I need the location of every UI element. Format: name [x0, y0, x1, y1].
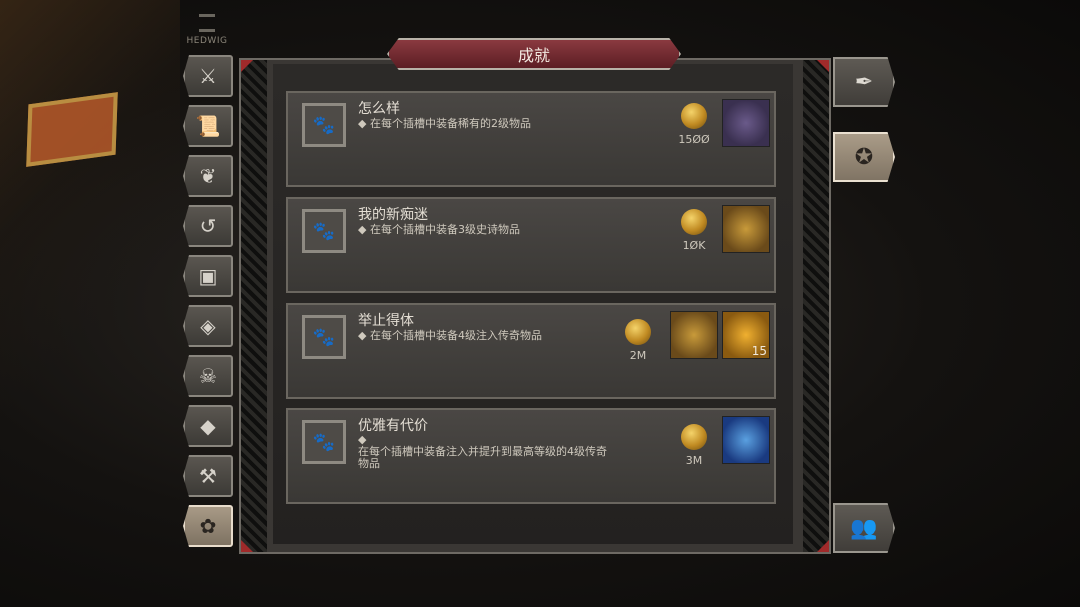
- achievement-row[interactable]: 🐾 怎么样 ◆ 在每个插槽中装备稀有的2级物品 15ØØ: [286, 91, 776, 187]
- quill-button[interactable]: ✒: [833, 57, 895, 107]
- achievement-badge-icon: 🐾: [302, 315, 346, 359]
- diamond-icon: ◆: [200, 414, 216, 438]
- category-diamond-button[interactable]: ◆: [183, 405, 233, 447]
- achievement-desc: ◆ 在每个插槽中装备3级史诗物品: [358, 223, 520, 236]
- player-hud: HEDWIG: [182, 14, 232, 46]
- rope-border-right: [803, 60, 829, 552]
- hammers-icon: ⚒: [199, 464, 217, 488]
- achievement-badge-icon: 🐾: [302, 420, 346, 464]
- achievements-tab-button[interactable]: ✪: [833, 132, 895, 182]
- sword-icon: ⚔: [199, 64, 217, 88]
- achievement-desc: ◆ 在每个插槽中装备注入并提升到最高等级的4级传奇物品: [358, 434, 618, 470]
- achievement-badge-icon: 🐾: [302, 209, 346, 253]
- achievement-row[interactable]: 🐾 举止得体 ◆ 在每个插槽中装备4级注入传奇物品 2M 15: [286, 303, 776, 399]
- rope-border-left: [241, 60, 267, 552]
- category-gems-button[interactable]: ◈: [183, 305, 233, 347]
- demon-skull-icon: ☠: [199, 364, 217, 388]
- gold-amount: 15ØØ: [678, 133, 710, 146]
- map-table: [26, 92, 118, 167]
- window-title: 成就: [387, 38, 681, 70]
- gold-reward: 1ØK: [676, 209, 712, 252]
- category-column: ⚔ 📜 ❦ ↺ ▣ ◈ ☠ ◆ ⚒ ✿: [183, 55, 237, 555]
- amber-drop-icon[interactable]: 15: [722, 311, 770, 359]
- window-title-text: 成就: [517, 46, 550, 65]
- purple-item-icon[interactable]: [722, 99, 770, 147]
- quill-icon: ✒: [854, 69, 874, 95]
- category-demon-button[interactable]: ☠: [183, 355, 233, 397]
- category-hammers-button[interactable]: ⚒: [183, 455, 233, 497]
- gold-coins-icon: [625, 319, 651, 345]
- group-button[interactable]: 👥: [833, 503, 895, 553]
- achievement-name: 我的新痴迷: [358, 207, 428, 223]
- gold-coins-icon: [681, 424, 707, 450]
- corner-ornament: [817, 540, 829, 552]
- achievement-badge-icon: 🐾: [302, 103, 346, 147]
- category-wings-button[interactable]: ❦: [183, 155, 233, 197]
- category-hook-button[interactable]: ↺: [183, 205, 233, 247]
- achievement-desc: ◆ 在每个插槽中装备4级注入传奇物品: [358, 329, 542, 342]
- corner-ornament: [241, 60, 253, 72]
- gold-reward: 2M: [620, 319, 656, 362]
- category-sword-button[interactable]: ⚔: [183, 55, 233, 97]
- paw-icon: ✿: [199, 514, 217, 538]
- blue-rune-icon[interactable]: [722, 416, 770, 464]
- corner-ornament: [817, 60, 829, 72]
- wings-icon: ❦: [199, 164, 217, 188]
- achievement-desc: ◆ 在每个插槽中装备稀有的2级物品: [358, 117, 531, 130]
- category-paw-button[interactable]: ✿: [183, 505, 233, 547]
- gold-cube-icon[interactable]: [670, 311, 718, 359]
- menu-bars-icon: [199, 14, 215, 32]
- gold-amount: 3M: [685, 454, 703, 467]
- chest-icon: ▣: [198, 264, 218, 288]
- gold-coins-icon: [681, 209, 707, 235]
- gold-coins-icon: [681, 103, 707, 129]
- hook-icon: ↺: [199, 214, 217, 238]
- gold-reward: 15ØØ: [676, 103, 712, 146]
- group-icon: 👥: [850, 515, 878, 541]
- category-chest-button[interactable]: ▣: [183, 255, 233, 297]
- achievement-name: 举止得体: [358, 313, 414, 329]
- gems-icon: ◈: [200, 314, 216, 338]
- laurel-star-icon: ✪: [854, 144, 874, 170]
- achievement-row[interactable]: 🐾 我的新痴迷 ◆ 在每个插槽中装备3级史诗物品 1ØK: [286, 197, 776, 293]
- desc-text: 在每个插槽中装备注入并提升到最高等级的4级传奇物品: [358, 445, 607, 470]
- gold-reward: 3M: [676, 424, 712, 467]
- category-scroll-button[interactable]: 📜: [183, 105, 233, 147]
- background-scene: [0, 0, 180, 420]
- achievement-name: 优雅有代价: [358, 418, 428, 434]
- item-quantity: 15: [751, 344, 767, 358]
- corner-ornament: [241, 540, 253, 552]
- gold-amount: 1ØK: [682, 239, 706, 252]
- player-name: HEDWIG: [186, 36, 228, 46]
- scroll-icon: 📜: [195, 114, 221, 138]
- gold-amount: 2M: [629, 349, 647, 362]
- achievement-row[interactable]: 🐾 优雅有代价 ◆ 在每个插槽中装备注入并提升到最高等级的4级传奇物品 3M: [286, 408, 776, 504]
- achievement-name: 怎么样: [358, 101, 400, 117]
- gold-cube-icon[interactable]: [722, 205, 770, 253]
